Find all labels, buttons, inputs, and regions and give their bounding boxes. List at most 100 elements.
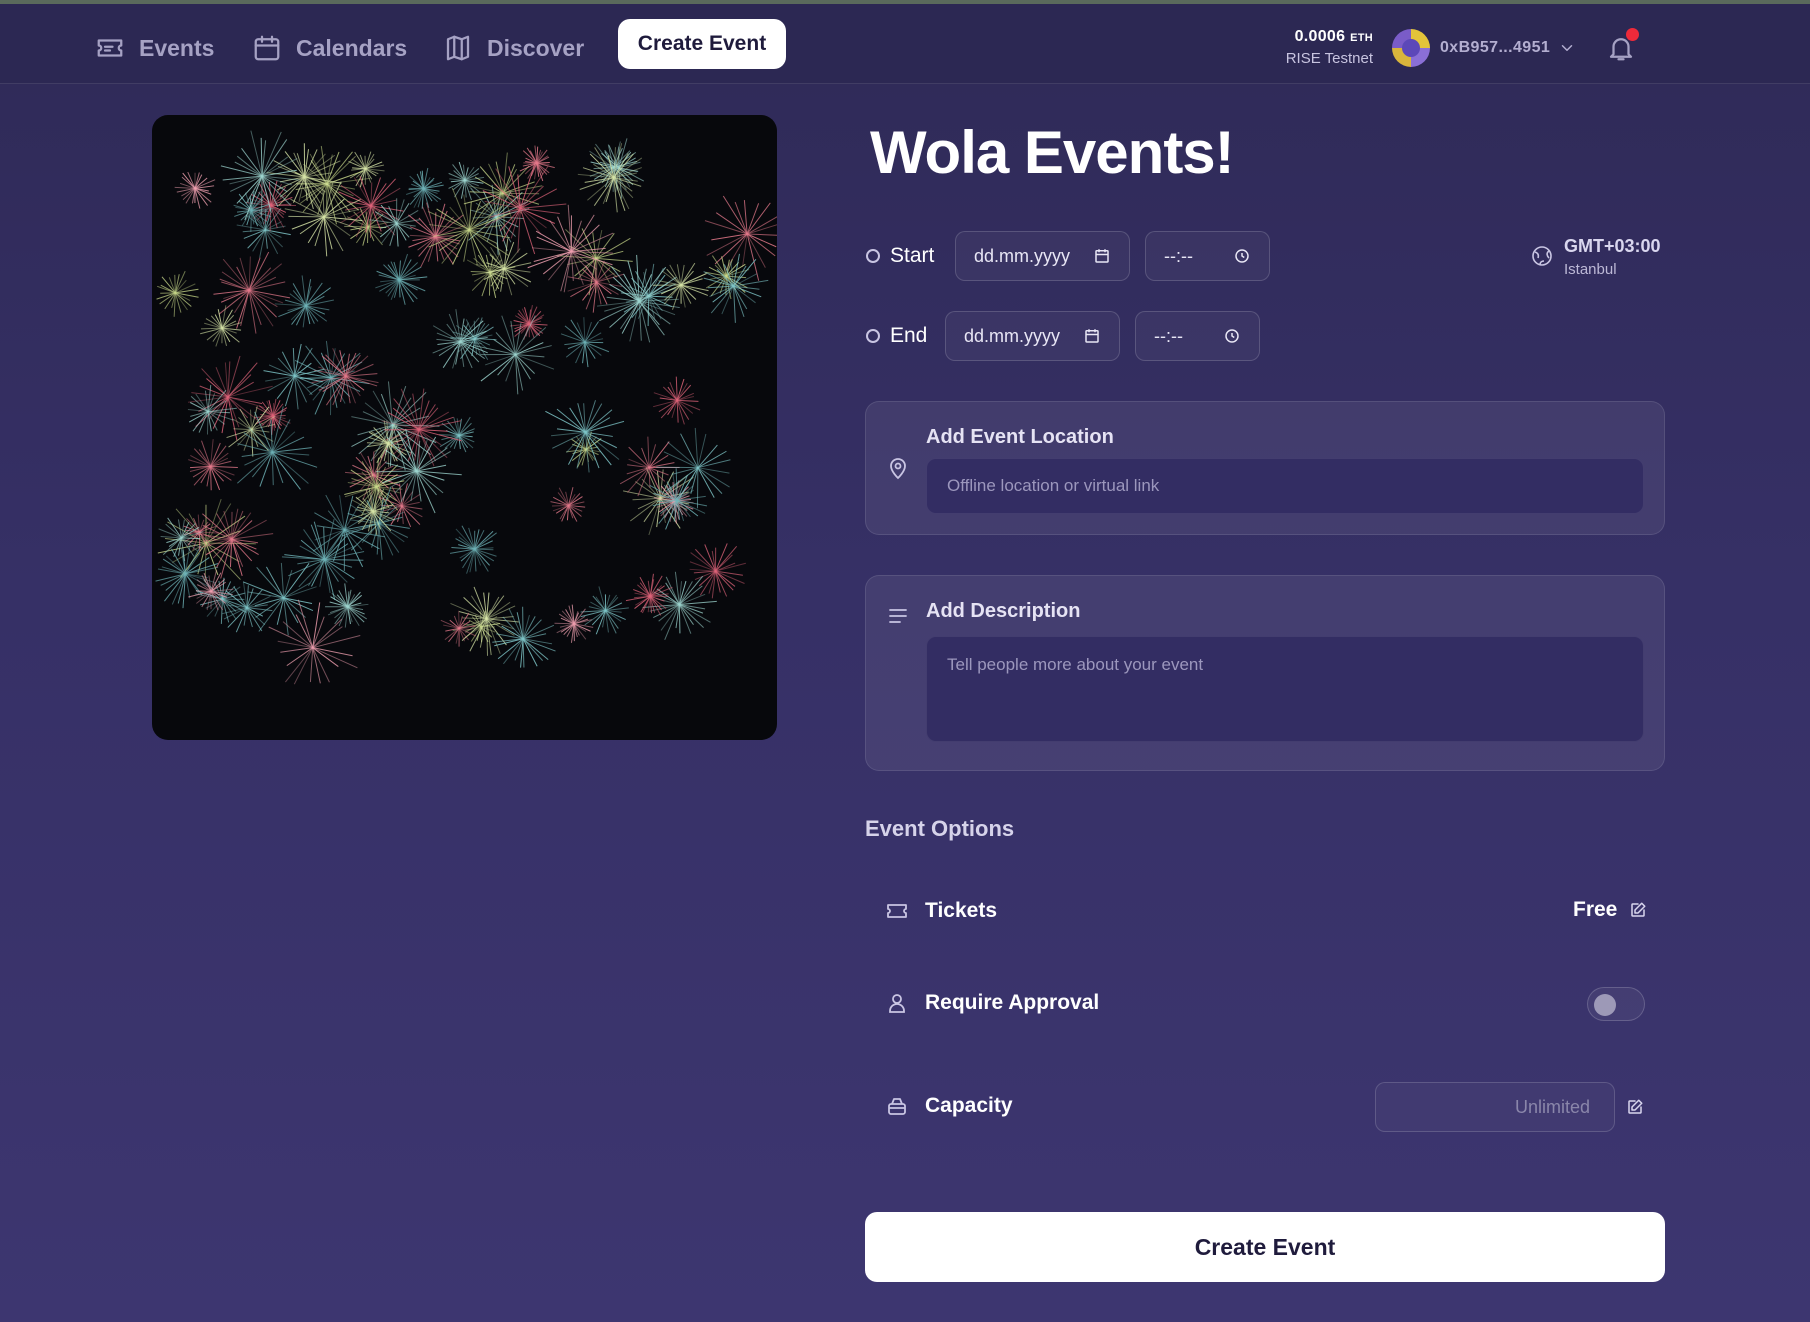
firework-burst — [519, 145, 555, 182]
edit-icon — [1631, 902, 1646, 917]
firework-burst — [652, 262, 709, 310]
globe-icon — [1532, 246, 1552, 266]
notification-badge — [1626, 28, 1639, 41]
balance-amount: 0.0006 ETH — [1270, 28, 1373, 46]
tickets-option: Tickets — [885, 899, 997, 923]
firework-burst — [545, 400, 625, 473]
balance-unit: ETH — [1350, 32, 1373, 44]
timezone-selector[interactable]: GMT+03:00 Istanbul — [1530, 236, 1661, 278]
firework-burst — [527, 204, 614, 293]
timezone-city: Istanbul — [1564, 261, 1617, 278]
firework-burst — [653, 376, 701, 425]
firework-burst — [263, 343, 325, 410]
wallet-menu-button[interactable]: 0xB957...4951 — [1392, 26, 1584, 70]
start-date-placeholder: dd.mm.yyyy — [974, 245, 1071, 266]
top-navigation: Events Calendars Discover Create Event 0… — [0, 4, 1810, 84]
firework-burst — [656, 427, 731, 509]
start-label: Start — [890, 244, 935, 267]
nav-create-event-button[interactable]: Create Event — [618, 19, 786, 69]
firework-burst — [375, 253, 428, 305]
event-title[interactable]: Wola Events! — [870, 118, 1235, 187]
nav-calendars-label: Calendars — [296, 34, 408, 61]
nav-discover[interactable]: Discover — [443, 28, 584, 68]
firework-burst — [560, 317, 610, 368]
require-approval-option: Require Approval — [885, 991, 1099, 1015]
tickets-label: Tickets — [925, 899, 997, 922]
capacity-icon — [888, 1098, 906, 1115]
calendar-icon — [1095, 249, 1109, 263]
end-date-placeholder: dd.mm.yyyy — [964, 325, 1061, 346]
event-cover-image[interactable] — [152, 115, 777, 740]
tickets-value: Free — [1573, 898, 1618, 921]
firework-burst — [338, 176, 404, 238]
firework-burst — [550, 487, 586, 522]
end-option[interactable]: End — [866, 324, 927, 348]
firework-burst — [689, 543, 746, 599]
end-radio[interactable] — [866, 329, 880, 343]
description-textarea[interactable]: Tell people more about your event — [926, 636, 1644, 742]
firework-burst — [704, 195, 777, 281]
edit-icon[interactable] — [1626, 1098, 1644, 1116]
firework-burst — [405, 167, 444, 209]
avatar — [1392, 29, 1430, 67]
firework-burst — [311, 348, 379, 406]
location-card: Add Event Location Offline location or v… — [865, 401, 1665, 535]
start-radio[interactable] — [866, 249, 880, 263]
start-option[interactable]: Start — [866, 244, 934, 268]
firework-burst — [236, 207, 291, 258]
firework-burst — [492, 606, 556, 668]
fireworks-image — [155, 130, 777, 685]
location-input[interactable]: Offline location or virtual link — [926, 458, 1644, 514]
timezone-offset: GMT+03:00 — [1564, 236, 1661, 256]
create-event-submit-button[interactable]: Create Event — [865, 1212, 1665, 1282]
map-icon — [446, 35, 470, 61]
end-label: End — [890, 324, 928, 347]
location-pin-icon — [890, 458, 906, 480]
firework-burst — [274, 275, 334, 328]
firework-burst — [428, 187, 511, 268]
firework-burst — [448, 161, 485, 201]
toggle-knob — [1594, 994, 1616, 1016]
capacity-input[interactable]: Unlimited — [1375, 1082, 1615, 1132]
firework-burst — [188, 439, 238, 491]
end-time-placeholder: --:-- — [1154, 325, 1183, 346]
wallet-balance: 0.0006 ETH RISE Testnet — [1270, 28, 1373, 67]
firework-burst — [174, 171, 216, 209]
user-icon — [889, 994, 905, 1013]
description-card: Add Description Tell people more about y… — [865, 575, 1665, 771]
event-options-title: Event Options — [865, 816, 1015, 841]
firework-burst — [369, 198, 420, 247]
chevron-down-icon — [1561, 45, 1573, 51]
firework-burst — [213, 251, 291, 334]
clock-icon — [1235, 249, 1249, 263]
balance-value: 0.0006 — [1294, 28, 1346, 45]
calendar-icon — [254, 35, 280, 61]
nav-events-label: Events — [139, 34, 215, 61]
firework-burst — [509, 305, 548, 340]
start-date-input[interactable]: dd.mm.yyyy — [955, 231, 1130, 281]
require-approval-label: Require Approval — [925, 991, 1100, 1014]
end-date-input[interactable]: dd.mm.yyyy — [945, 311, 1120, 361]
require-approval-toggle[interactable] — [1587, 987, 1645, 1021]
firework-burst — [432, 309, 488, 369]
firework-burst — [703, 253, 769, 323]
nav-discover-label: Discover — [487, 34, 585, 61]
nav-calendars[interactable]: Calendars — [252, 28, 407, 68]
text-align-icon — [889, 609, 907, 623]
location-label: Add Event Location — [926, 426, 1114, 448]
capacity-label: Capacity — [925, 1094, 1013, 1117]
tickets-edit-button[interactable]: Free — [1573, 898, 1647, 922]
start-time-placeholder: --:-- — [1164, 245, 1193, 266]
firework-burst — [438, 416, 475, 453]
firework-burst — [325, 583, 369, 628]
nav-events[interactable]: Events — [95, 28, 214, 68]
start-time-input[interactable]: --:-- — [1145, 231, 1270, 281]
firework-burst — [554, 604, 594, 643]
firework-burst — [580, 586, 629, 635]
firework-burst — [156, 270, 199, 317]
capacity-option: Capacity — [885, 1094, 1013, 1118]
end-time-input[interactable]: --:-- — [1135, 311, 1260, 361]
firework-burst — [449, 525, 497, 574]
notifications-button[interactable] — [1606, 28, 1639, 64]
firework-burst — [642, 571, 717, 641]
